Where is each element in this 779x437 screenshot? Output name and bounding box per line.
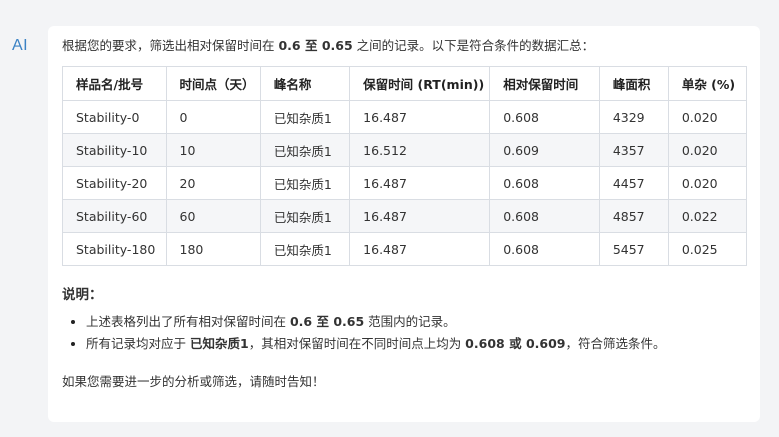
cell-timepoint: 20 — [165, 166, 261, 200]
cell-impurity: 0.025 — [667, 232, 748, 266]
header-impurity: 单杂 (%) — [667, 66, 748, 101]
table-row: Stability-0 0 已知杂质1 16.487 0.608 4329 0.… — [62, 100, 748, 134]
cell-peak-name: 已知杂质1 — [259, 133, 351, 167]
note-emphasis: 0.65 — [333, 314, 365, 329]
note-emphasis: 0.609 — [525, 336, 566, 351]
header-retention-time: 保留时间 (RT(min)) — [349, 66, 491, 101]
note-emphasis: 或 — [504, 336, 526, 351]
table-row: Stability-180 180 已知杂质1 16.487 0.608 545… — [62, 232, 748, 266]
note-text: 范围内的记录。 — [364, 314, 456, 329]
cell-relative-rt: 0.608 — [489, 166, 600, 200]
cell-impurity: 0.020 — [667, 133, 748, 167]
note-emphasis: 已知杂质1 — [189, 336, 249, 351]
cell-relative-rt: 0.608 — [489, 100, 600, 134]
cell-relative-rt: 0.608 — [489, 199, 600, 233]
intro-high: 0.65 — [321, 38, 353, 53]
header-peak-area: 峰面积 — [598, 66, 669, 101]
cell-retention-time: 16.487 — [349, 100, 491, 134]
notes-list: 上述表格列出了所有相对保留时间在 0.6 至 0.65 范围内的记录。 所有记录… — [62, 311, 746, 355]
table-row: Stability-20 20 已知杂质1 16.487 0.608 4457 … — [62, 166, 748, 200]
intro-mid: 至 — [300, 38, 322, 53]
list-item: 所有记录均对应于 已知杂质1，其相对保留时间在不同时间点上均为 0.608 或 … — [86, 333, 746, 355]
cell-sample: Stability-10 — [62, 133, 167, 167]
cell-peak-area: 4357 — [598, 133, 669, 167]
cell-sample: Stability-20 — [62, 166, 167, 200]
intro-suffix: 之间的记录。以下是符合条件的数据汇总： — [352, 38, 595, 53]
cell-impurity: 0.022 — [667, 199, 748, 233]
cell-timepoint: 10 — [165, 133, 261, 167]
header-relative-rt: 相对保留时间 — [489, 66, 600, 101]
cell-retention-time: 16.487 — [349, 199, 491, 233]
cell-impurity: 0.020 — [667, 100, 748, 134]
closing-text: 如果您需要进一步的分析或筛选，请随时告知！ — [62, 374, 325, 389]
note-text: 上述表格列出了所有相对保留时间在 — [86, 314, 290, 329]
header-sample: 样品名/批号 — [62, 66, 167, 101]
cell-peak-area: 4457 — [598, 166, 669, 200]
table-header-row: 样品名/批号 时间点（天） 峰名称 保留时间 (RT(min)) 相对保留时间 … — [62, 66, 748, 101]
cell-retention-time: 16.487 — [349, 166, 491, 200]
cell-timepoint: 180 — [165, 232, 261, 266]
cell-sample: Stability-0 — [62, 100, 167, 134]
cell-timepoint: 60 — [165, 199, 261, 233]
cell-peak-area: 4857 — [598, 199, 669, 233]
cell-relative-rt: 0.608 — [489, 232, 600, 266]
note-text: 所有记录均对应于 — [86, 336, 190, 351]
note-emphasis: 0.6 — [289, 314, 313, 329]
note-emphasis: 至 — [312, 314, 334, 329]
cell-peak-name: 已知杂质1 — [259, 100, 351, 134]
cell-peak-name: 已知杂质1 — [259, 199, 351, 233]
list-item: 上述表格列出了所有相对保留时间在 0.6 至 0.65 范围内的记录。 — [86, 311, 746, 333]
cell-impurity: 0.020 — [667, 166, 748, 200]
note-text: ，符合筛选条件。 — [565, 336, 666, 351]
table-row: Stability-10 10 已知杂质1 16.512 0.609 4357 … — [62, 133, 748, 167]
note-text: ，其相对保留时间在不同时间点上均为 — [248, 336, 466, 351]
notes-heading: 说明： — [62, 287, 103, 303]
header-peak-name: 峰名称 — [259, 66, 351, 101]
cell-sample: Stability-180 — [62, 232, 167, 266]
note-emphasis: 0.608 — [465, 336, 505, 351]
header-timepoint: 时间点（天） — [165, 66, 261, 101]
cell-retention-time: 16.512 — [349, 133, 491, 167]
cell-timepoint: 0 — [165, 100, 261, 134]
cell-sample: Stability-60 — [62, 199, 167, 233]
cell-peak-name: 已知杂质1 — [259, 166, 351, 200]
cell-retention-time: 16.487 — [349, 232, 491, 266]
intro-low: 0.6 — [278, 38, 301, 53]
assistant-avatar-label: AI — [12, 37, 29, 54]
cell-peak-area: 5457 — [598, 232, 669, 266]
results-table: 样品名/批号 时间点（天） 峰名称 保留时间 (RT(min)) 相对保留时间 … — [62, 66, 748, 266]
cell-peak-name: 已知杂质1 — [259, 232, 351, 266]
cell-peak-area: 4329 — [598, 100, 669, 134]
intro-text: 根据您的要求，筛选出相对保留时间在 0.6 至 0.65 之间的记录。以下是符合… — [62, 36, 746, 56]
cell-relative-rt: 0.609 — [489, 133, 600, 167]
table-row: Stability-60 60 已知杂质1 16.487 0.608 4857 … — [62, 199, 748, 233]
assistant-message-bubble: 根据您的要求，筛选出相对保留时间在 0.6 至 0.65 之间的记录。以下是符合… — [48, 26, 760, 422]
intro-prefix: 根据您的要求，筛选出相对保留时间在 — [62, 38, 279, 53]
